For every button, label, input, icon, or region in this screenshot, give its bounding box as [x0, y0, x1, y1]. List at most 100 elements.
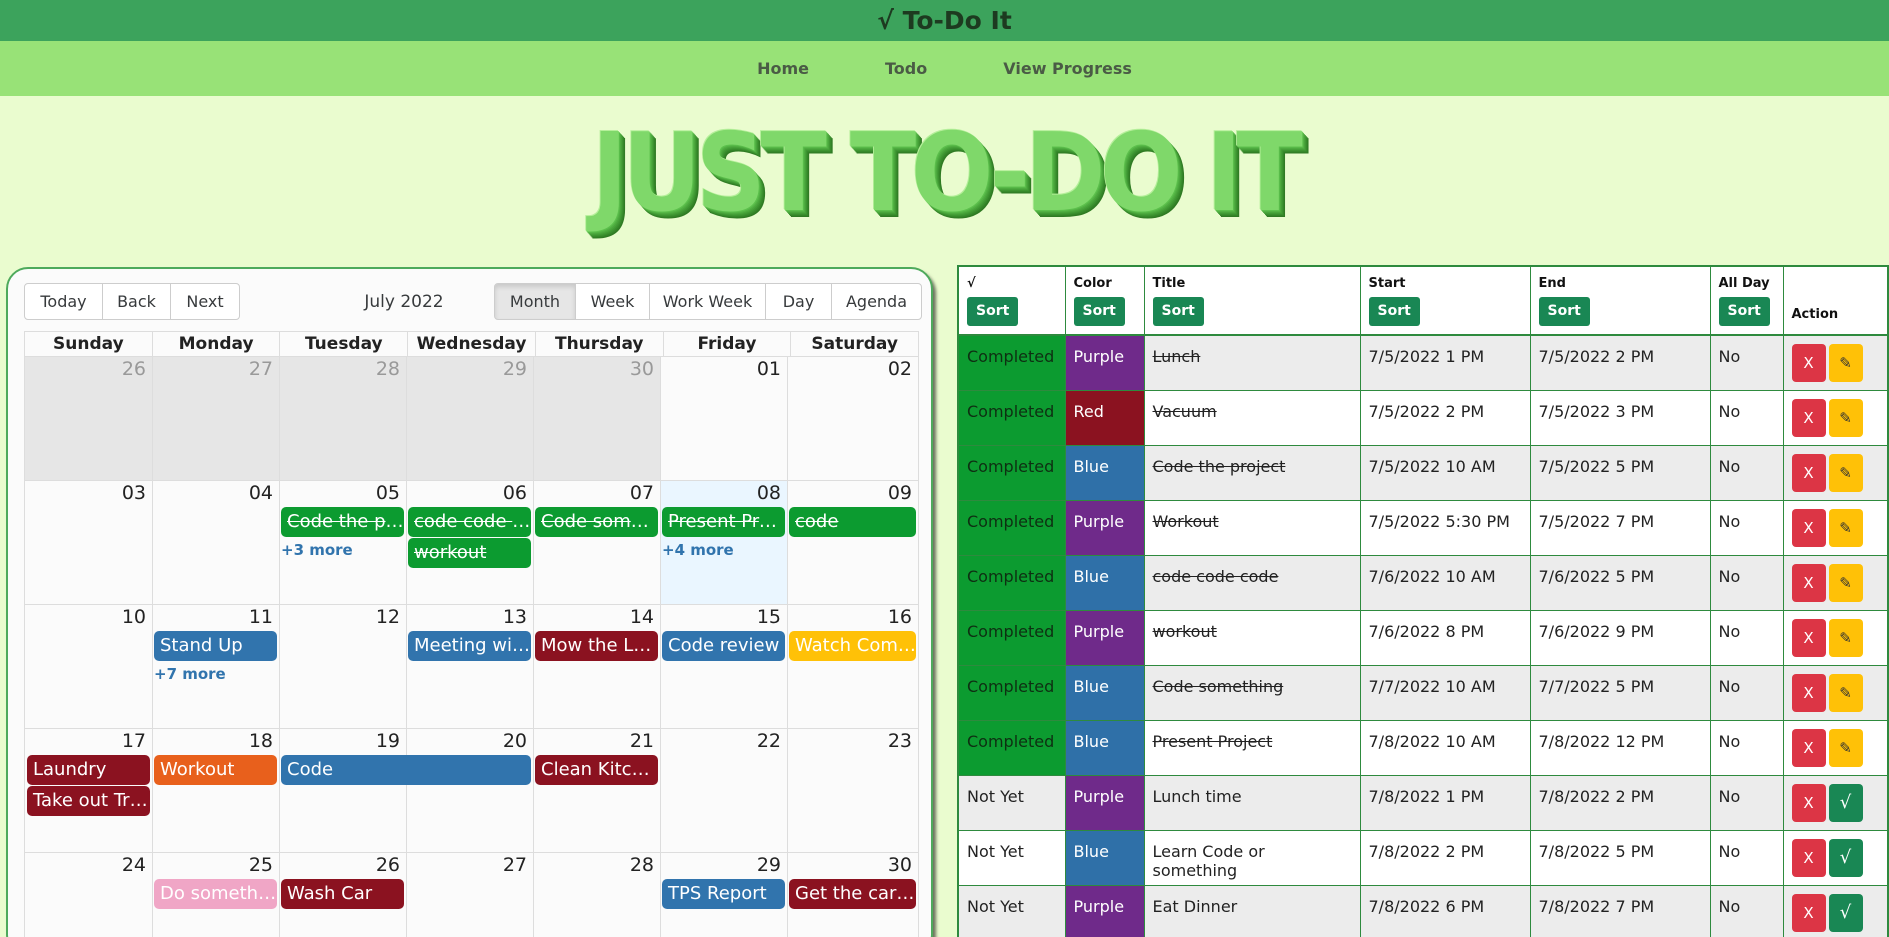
calendar-event[interactable]: Do something — [154, 879, 277, 909]
delete-button[interactable]: X — [1791, 563, 1826, 602]
date-number[interactable]: 16 — [888, 606, 912, 628]
calendar-event[interactable]: code — [789, 507, 916, 537]
calendar-event[interactable]: Clean Kitchen — [535, 755, 658, 785]
calendar-event[interactable]: Stand Up — [154, 631, 277, 661]
delete-button[interactable]: X — [1791, 673, 1826, 712]
calendar-event[interactable]: Present Project — [662, 507, 785, 537]
day-cell[interactable]: 02 — [787, 357, 918, 480]
edit-icon[interactable]: ✎ — [1828, 453, 1863, 492]
date-number[interactable]: 20 — [503, 730, 527, 752]
next-button[interactable]: Next — [170, 283, 240, 320]
day-cell[interactable]: 07 — [533, 481, 660, 604]
day-cell[interactable]: 30 — [533, 357, 660, 480]
day-cell[interactable]: 28 — [279, 357, 406, 480]
show-more-link[interactable]: +3 more — [281, 541, 353, 559]
calendar-event[interactable]: Code something — [535, 507, 658, 537]
date-number[interactable]: 04 — [249, 482, 273, 504]
day-cell[interactable]: 18 — [152, 729, 279, 852]
date-number[interactable]: 27 — [249, 358, 273, 380]
date-number[interactable]: 29 — [757, 854, 781, 876]
day-cell[interactable]: 19 — [279, 729, 406, 852]
date-number[interactable]: 15 — [757, 606, 781, 628]
sort-all-day-button[interactable]: Sort — [1718, 297, 1770, 326]
calendar-event[interactable]: Workout — [154, 755, 277, 785]
date-number[interactable]: 12 — [376, 606, 400, 628]
date-number[interactable]: 09 — [888, 482, 912, 504]
back-button[interactable]: Back — [102, 283, 171, 320]
day-cell[interactable]: 28 — [533, 853, 660, 937]
edit-icon[interactable]: ✎ — [1828, 344, 1863, 382]
day-cell[interactable]: 22 — [660, 729, 787, 852]
date-number[interactable]: 13 — [503, 606, 527, 628]
date-number[interactable]: 17 — [122, 730, 146, 752]
calendar-event[interactable]: Meeting with team — [408, 631, 531, 661]
edit-icon[interactable]: ✎ — [1828, 618, 1863, 657]
day-cell[interactable]: 24 — [25, 853, 152, 937]
date-number[interactable]: 28 — [376, 358, 400, 380]
day-cell[interactable]: 27 — [152, 357, 279, 480]
date-number[interactable]: 29 — [503, 358, 527, 380]
today-button[interactable]: Today — [24, 283, 103, 320]
calendar-event[interactable]: Mow the Lawn — [535, 631, 658, 661]
date-number[interactable]: 07 — [630, 482, 654, 504]
date-number[interactable]: 28 — [630, 854, 654, 876]
date-number[interactable]: 21 — [630, 730, 654, 752]
date-number[interactable]: 26 — [122, 358, 146, 380]
date-number[interactable]: 24 — [122, 854, 146, 876]
day-cell[interactable]: 12 — [279, 605, 406, 728]
day-cell[interactable]: 09 — [787, 481, 918, 604]
delete-button[interactable]: X — [1791, 618, 1826, 657]
view-day-button[interactable]: Day — [765, 283, 832, 320]
day-cell[interactable]: 10 — [25, 605, 152, 728]
edit-icon[interactable]: ✎ — [1828, 563, 1863, 602]
date-number[interactable]: 30 — [630, 358, 654, 380]
day-cell[interactable]: 23 — [787, 729, 918, 852]
day-cell[interactable]: 04 — [152, 481, 279, 604]
day-cell[interactable]: 14 — [533, 605, 660, 728]
date-number[interactable]: 22 — [757, 730, 781, 752]
view-month-button[interactable]: Month — [494, 283, 576, 320]
date-number[interactable]: 08 — [757, 482, 781, 504]
day-cell[interactable]: 15 — [660, 605, 787, 728]
day-cell[interactable]: 13 — [406, 605, 533, 728]
view-agenda-button[interactable]: Agenda — [831, 283, 922, 320]
calendar-event[interactable]: Wash Car — [281, 879, 404, 909]
calendar-event[interactable]: Take out Trash — [27, 786, 150, 816]
date-number[interactable]: 27 — [503, 854, 527, 876]
date-number[interactable]: 02 — [888, 358, 912, 380]
app-brand[interactable]: √ To-Do It — [877, 6, 1012, 35]
date-number[interactable]: 01 — [757, 358, 781, 380]
edit-icon[interactable]: ✎ — [1828, 398, 1863, 437]
sort-title-button[interactable]: Sort — [1152, 297, 1204, 326]
date-number[interactable]: 23 — [888, 730, 912, 752]
calendar-event[interactable]: Code — [281, 755, 531, 785]
date-number[interactable]: 26 — [376, 854, 400, 876]
day-cell[interactable]: 16 — [787, 605, 918, 728]
day-cell[interactable]: 03 — [25, 481, 152, 604]
delete-button[interactable]: X — [1791, 508, 1826, 547]
mark-done-button[interactable]: √ — [1828, 783, 1863, 822]
date-number[interactable]: 05 — [376, 482, 400, 504]
delete-button[interactable]: X — [1791, 398, 1826, 437]
day-cell[interactable]: 29 — [406, 357, 533, 480]
nav-home-link[interactable]: Home — [757, 59, 809, 78]
sort-start-button[interactable]: Sort — [1368, 297, 1420, 326]
edit-icon[interactable]: ✎ — [1828, 508, 1863, 547]
day-cell[interactable]: 20 — [406, 729, 533, 852]
show-more-link[interactable]: +7 more — [154, 665, 226, 683]
calendar-event[interactable]: Code the project — [281, 507, 404, 537]
date-number[interactable]: 11 — [249, 606, 273, 628]
date-number[interactable]: 14 — [630, 606, 654, 628]
day-cell[interactable]: 26 — [25, 357, 152, 480]
view-work-week-button[interactable]: Work Week — [649, 283, 766, 320]
date-number[interactable]: 06 — [503, 482, 527, 504]
date-number[interactable]: 10 — [122, 606, 146, 628]
mark-done-button[interactable]: √ — [1828, 838, 1863, 877]
calendar-event[interactable]: workout — [408, 538, 531, 568]
show-more-link[interactable]: +4 more — [662, 541, 734, 559]
view-week-button[interactable]: Week — [575, 283, 650, 320]
calendar-event[interactable]: TPS Report — [662, 879, 785, 909]
nav-todo-link[interactable]: Todo — [885, 59, 927, 78]
edit-icon[interactable]: ✎ — [1828, 673, 1863, 712]
date-number[interactable]: 19 — [376, 730, 400, 752]
